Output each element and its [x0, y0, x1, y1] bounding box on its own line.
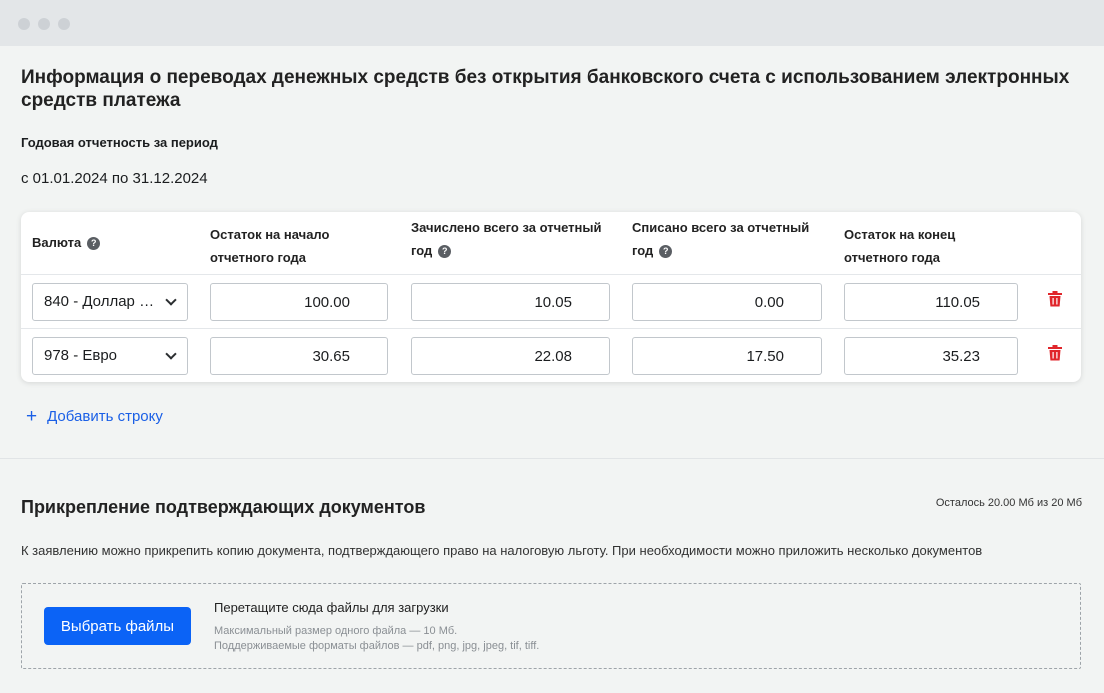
choose-files-button[interactable]: Выбрать файлы [44, 607, 191, 645]
window-maximize-button[interactable] [58, 18, 70, 30]
header-closing-balance-line2: отчетного года [844, 250, 941, 265]
header-debited-line1: Списано всего за отчетный [632, 220, 810, 235]
header-opening-balance-line1: Остаток на начало [210, 227, 330, 242]
max-size-hint: Максимальный размер одного файла — 10 Мб… [214, 625, 458, 637]
header-closing-balance: Остаток на конец отчетного года [844, 223, 955, 269]
header-debited-line2: год [632, 243, 654, 258]
section-divider [0, 458, 1104, 459]
opening-balance-input-row-2[interactable] [210, 337, 388, 375]
storage-quota: Осталось 20.00 Мб из 20 Мб [935, 497, 1082, 509]
header-closing-balance-line1: Остаток на конец [844, 227, 956, 242]
period-value: с 01.01.2024 по 31.12.2024 [21, 170, 208, 187]
plus-icon: + [26, 406, 38, 427]
credited-help-icon[interactable]: ? [438, 245, 452, 259]
currency-help-icon[interactable]: ? [87, 237, 101, 251]
trash-icon[interactable] [1048, 291, 1062, 307]
attachments-description: К заявлению можно прикрепить копию докум… [21, 543, 983, 558]
header-divider [21, 274, 1081, 275]
header-opening-balance: Остаток на начало отчетного года [210, 223, 329, 269]
chevron-down-icon [165, 348, 177, 360]
closing-balance-input-row-1[interactable] [844, 283, 1018, 321]
header-credited: Зачислено всего за отчетный год? [411, 216, 602, 262]
formats-hint: Поддерживаемые форматы файлов — pdf, png… [214, 640, 540, 652]
add-row-link[interactable]: + Добавить строку [26, 406, 163, 428]
closing-balance-input-row-2[interactable] [844, 337, 1018, 375]
window-minimize-button[interactable] [38, 18, 50, 30]
header-currency: Валюта? [32, 231, 101, 254]
debited-help-icon[interactable]: ? [659, 245, 673, 259]
row-divider [21, 328, 1081, 329]
file-dropzone[interactable]: Выбрать файлы Перетащите сюда файлы для … [21, 583, 1081, 669]
opening-balance-input-row-1[interactable] [210, 283, 388, 321]
window-titlebar [0, 0, 1104, 46]
header-debited: Списано всего за отчетный год? [632, 216, 809, 262]
header-credited-line2: год [411, 243, 433, 258]
currency-select-row-2[interactable]: 978 - Евро [32, 337, 188, 375]
transfers-table: Валюта? Остаток на начало отчетного года… [21, 212, 1081, 382]
debited-input-row-2[interactable] [632, 337, 822, 375]
currency-value-row-1: 840 - Доллар США [44, 293, 174, 310]
credited-input-row-1[interactable] [411, 283, 610, 321]
page-title: Информация о переводах денежных средств … [21, 67, 1070, 111]
currency-select-row-1[interactable]: 840 - Доллар США [32, 283, 188, 321]
header-credited-line1: Зачислено всего за отчетный [411, 220, 602, 235]
currency-value-row-2: 978 - Евро [44, 347, 118, 364]
period-label: Годовая отчетность за период [21, 135, 218, 150]
window-close-button[interactable] [18, 18, 30, 30]
credited-input-row-2[interactable] [411, 337, 610, 375]
header-opening-balance-line2: отчетного года [210, 250, 307, 265]
add-row-label: Добавить строку [47, 408, 163, 425]
header-currency-label: Валюта [32, 235, 82, 250]
dropzone-title: Перетащите сюда файлы для загрузки [214, 600, 449, 615]
trash-icon[interactable] [1048, 345, 1062, 361]
debited-input-row-1[interactable] [632, 283, 822, 321]
attachments-title: Прикрепление подтверждающих документов [21, 497, 426, 517]
